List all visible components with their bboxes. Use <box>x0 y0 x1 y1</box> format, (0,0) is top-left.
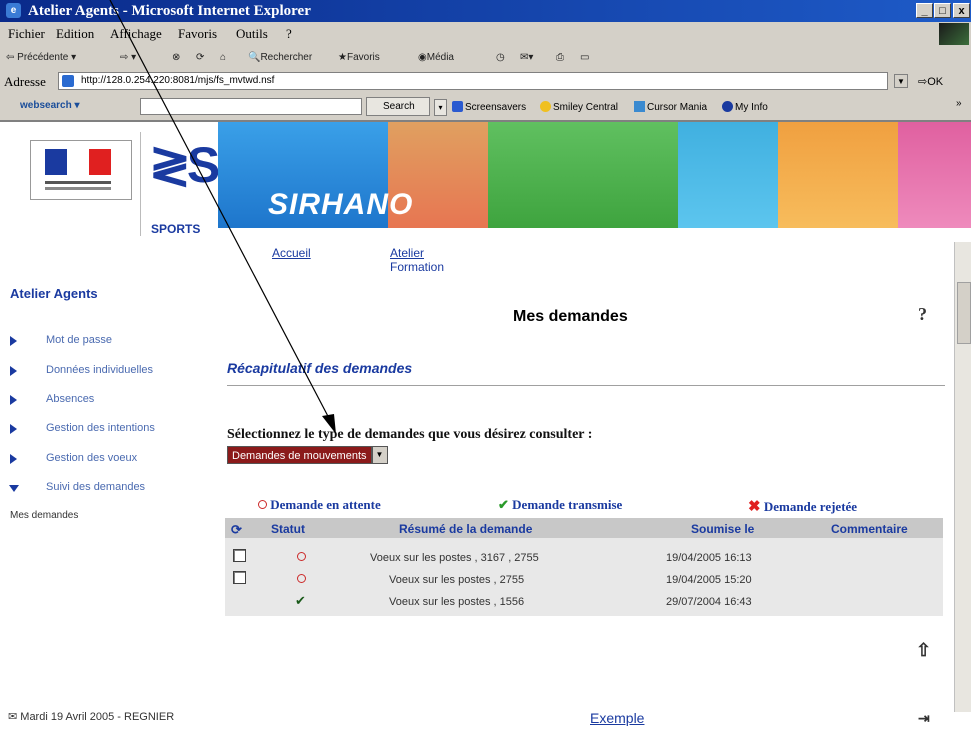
annotation-arrow <box>109 0 336 434</box>
annotation-arrow-head <box>322 414 336 434</box>
annotation-arrow-line <box>109 0 332 423</box>
